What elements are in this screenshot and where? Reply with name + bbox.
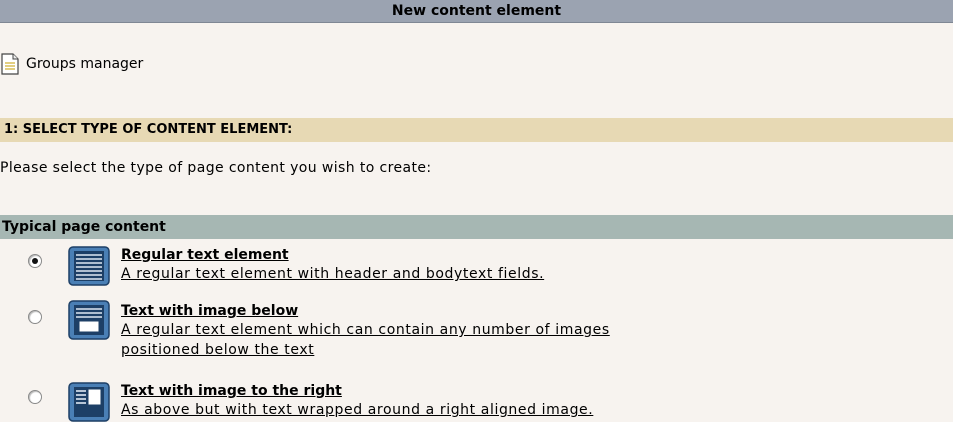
text-image-below-icon	[68, 300, 110, 340]
dialog-title: New content element	[391, 3, 562, 19]
text-image-right-icon	[68, 382, 110, 422]
radio-regular-text[interactable]	[28, 254, 42, 268]
step-header: 1: SELECT TYPE OF CONTENT ELEMENT:	[0, 118, 953, 142]
group-title: Typical page content	[2, 219, 166, 235]
option-title[interactable]: Text with image below	[121, 302, 610, 320]
option-title[interactable]: Text with image to the right	[121, 382, 593, 400]
step-title: 1: SELECT TYPE OF CONTENT ELEMENT:	[4, 122, 293, 137]
instructions-text: Please select the type of page content y…	[0, 160, 432, 176]
regular-text-icon	[68, 246, 110, 286]
option-description-line1[interactable]: A regular text element which can contain…	[121, 320, 610, 340]
group-header: Typical page content	[0, 215, 953, 239]
option-title[interactable]: Regular text element	[121, 246, 544, 264]
option-description[interactable]: A regular text element with header and b…	[121, 264, 544, 284]
record-path: Groups manager	[0, 53, 143, 75]
dialog-title-bar: New content element	[0, 0, 953, 23]
option-description[interactable]: As above but with text wrapped around a …	[121, 400, 593, 420]
radio-text-image-right[interactable]	[28, 390, 42, 404]
page-icon	[1, 53, 19, 75]
record-label: Groups manager	[26, 56, 144, 72]
option-description-line2[interactable]: positioned below the text	[121, 340, 610, 360]
radio-text-image-below[interactable]	[28, 310, 42, 324]
